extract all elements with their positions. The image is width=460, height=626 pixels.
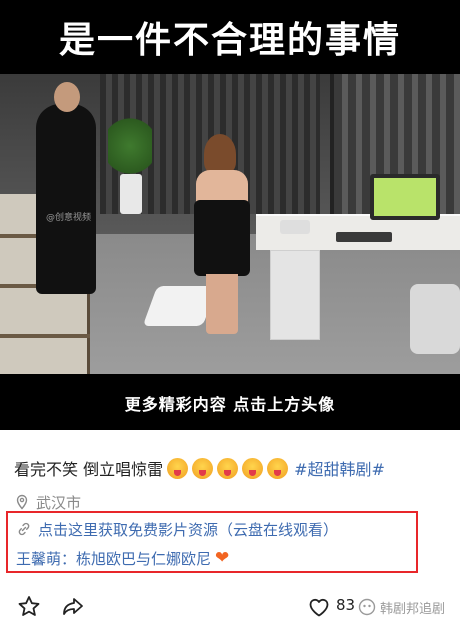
desk-cabinet	[270, 250, 320, 340]
post-body: 看完不笑 倒立唱惊雷	[14, 460, 164, 479]
woman-hair	[204, 134, 236, 174]
resource-link-label: 点击这里获取免费影片资源（云盘在线观看）	[38, 520, 339, 539]
tongue-face-emoji-icon	[242, 457, 264, 479]
pin-icon	[14, 494, 30, 510]
keyboard	[336, 232, 392, 242]
tongue-face-emoji-icon	[217, 457, 239, 479]
heart-outline-icon[interactable]	[306, 594, 332, 620]
mention-label: 王馨萌：栋旭欧巴与仁娜欧尼	[16, 549, 212, 568]
desk-phone	[280, 220, 310, 234]
woman-dress	[194, 200, 250, 276]
man-figure	[36, 104, 96, 294]
monitor	[370, 174, 440, 220]
man-head	[54, 82, 80, 112]
like-count: 83	[336, 596, 356, 614]
action-bar: 83 韩剧邦追剧	[0, 590, 460, 626]
plant	[108, 114, 152, 178]
woman-legs	[206, 274, 238, 334]
star-icon[interactable]	[16, 594, 42, 620]
brand-logo-icon	[358, 598, 376, 616]
orange-heart-emoji-icon: ❤	[215, 548, 230, 568]
link-icon	[16, 521, 32, 537]
video-watermark: @创意视频	[46, 213, 92, 223]
emoji-group	[167, 457, 292, 479]
brand-label: 韩剧邦追剧	[380, 601, 446, 617]
office-chair	[410, 284, 460, 354]
plant-pot	[120, 174, 142, 214]
brand-watermark: 韩剧邦追剧	[358, 592, 445, 622]
video-frame: @创意视频	[0, 74, 460, 374]
tongue-face-emoji-icon	[167, 457, 189, 479]
hashtag-link[interactable]: #超甜韩剧#	[294, 456, 385, 480]
resource-link[interactable]: 点击这里获取免费影片资源（云盘在线观看）	[16, 517, 338, 541]
location-label: 武汉市	[36, 493, 82, 512]
tongue-face-emoji-icon	[267, 457, 289, 479]
video-title: 是一件不合理的事情	[58, 20, 401, 61]
tongue-face-emoji-icon	[192, 457, 214, 479]
video-caption: 更多精彩内容 点击上方头像	[124, 395, 336, 414]
video-player[interactable]: 是一件不合理的事情 @创意视频 更多精彩内容 点击上方头像	[0, 0, 460, 430]
mention-row[interactable]: 王馨萌：栋旭欧巴与仁娜欧尼 ❤	[16, 546, 229, 570]
location-tag[interactable]: 武汉市	[14, 491, 81, 513]
post-text: 看完不笑 倒立唱惊雷 #超甜韩剧#	[14, 454, 454, 482]
share-icon[interactable]	[60, 594, 86, 620]
